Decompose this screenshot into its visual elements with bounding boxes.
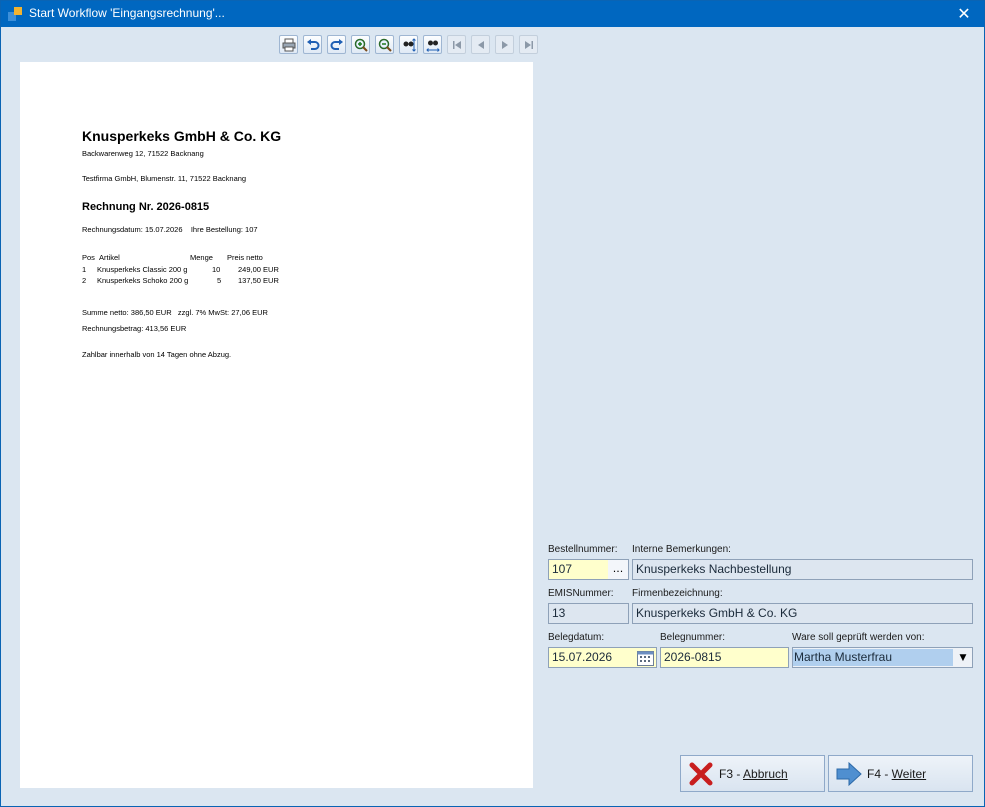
- fit-height-button[interactable]: [399, 35, 418, 54]
- print-icon: [282, 38, 296, 52]
- redo-icon: [330, 39, 343, 50]
- belegdatum-label: Belegdatum:: [548, 632, 605, 643]
- print-button[interactable]: [279, 35, 298, 54]
- bestellnummer-field[interactable]: 107: [548, 559, 609, 580]
- doc-heading: Rechnung Nr. 2026-0815: [82, 201, 210, 213]
- document-preview[interactable]: Knusperkeks GmbH & Co. KG Backwarenweg 1…: [20, 62, 533, 788]
- doc-th-pos: Pos: [82, 253, 95, 262]
- belegnummer-field[interactable]: 2026-0815: [660, 647, 789, 668]
- workflow-dialog: Start Workflow 'Eingangsrechnung'... ✕ K…: [0, 0, 985, 807]
- emis-label: EMISNummer:: [548, 588, 614, 599]
- fit-height-icon: [403, 38, 416, 52]
- bestellnummer-lookup-button[interactable]: ...: [608, 559, 629, 580]
- redo-button[interactable]: [327, 35, 346, 54]
- doc-meta: Rechnungsdatum: 15.07.2026 Ihre Bestellu…: [82, 225, 258, 234]
- fit-width-button[interactable]: [423, 35, 442, 54]
- doc-row-pos: 1: [82, 265, 87, 274]
- bemerkungen-label: Interne Bemerkungen:: [632, 544, 731, 555]
- doc-address: Backwarenweg 12, 71522 Backnang: [82, 149, 204, 158]
- undo-icon: [307, 39, 320, 50]
- previous-page-button[interactable]: [471, 35, 490, 54]
- bemerkungen-field[interactable]: Knusperkeks Nachbestellung: [632, 559, 973, 580]
- doc-terms: Zahlbar innerhalb von 14 Tagen ohne Abzu…: [82, 350, 232, 359]
- last-page-icon: [525, 41, 533, 49]
- zoom-out-icon: [378, 38, 392, 52]
- next-page-button[interactable]: [495, 35, 514, 54]
- doc-row-price: 249,00 EUR: [238, 265, 279, 274]
- doc-total: Rechnungsbetrag: 413,56 EUR: [82, 324, 187, 333]
- doc-recipient: Testfirma GmbH, Blumenstr. 11, 71522 Bac…: [82, 174, 247, 183]
- emis-field[interactable]: 13: [548, 603, 629, 624]
- pruefer-label: Ware soll geprüft werden von:: [792, 632, 925, 643]
- first-page-icon: [453, 41, 461, 49]
- close-icon: ✕: [957, 4, 971, 23]
- zoom-out-button[interactable]: [375, 35, 394, 54]
- first-page-button[interactable]: [447, 35, 466, 54]
- fit-width-icon: [426, 40, 440, 52]
- cancel-label: F3 - Abbruch: [719, 767, 788, 781]
- pruefer-value: Martha Musterfrau: [794, 650, 893, 664]
- cancel-button[interactable]: F3 - Abbruch: [680, 755, 825, 792]
- app-icon: [8, 7, 22, 21]
- doc-th-article: Artikel: [99, 253, 120, 262]
- doc-th-price: Preis netto: [227, 253, 263, 262]
- doc-row-pos: 2: [82, 276, 87, 285]
- zoom-in-icon: [354, 38, 368, 52]
- next-button[interactable]: F4 - Weiter: [828, 755, 973, 792]
- last-page-button[interactable]: [519, 35, 538, 54]
- window-title: Start Workflow 'Eingangsrechnung'...: [29, 6, 225, 20]
- next-label: F4 - Weiter: [867, 767, 927, 781]
- firma-field[interactable]: Knusperkeks GmbH & Co. KG: [632, 603, 973, 624]
- doc-th-qty: Menge: [190, 253, 213, 262]
- dropdown-arrow-icon[interactable]: ▼: [956, 652, 970, 664]
- previous-page-icon: [478, 41, 484, 49]
- next-page-icon: [502, 41, 508, 49]
- doc-row-article: Knusperkeks Classic 200 g: [97, 265, 188, 274]
- doc-company: Knusperkeks GmbH & Co. KG: [82, 128, 282, 144]
- arrow-right-icon: [836, 761, 862, 787]
- doc-row-qty: 5: [217, 276, 222, 285]
- cancel-x-icon: [689, 762, 713, 786]
- doc-row-qty: 10: [212, 265, 221, 274]
- firma-label: Firmenbezeichnung:: [632, 588, 723, 599]
- title-bar: Start Workflow 'Eingangsrechnung'... ✕: [1, 1, 984, 27]
- doc-sum: Summe netto: 386,50 EUR zzgl. 7% MwSt: 2…: [82, 308, 268, 317]
- doc-row-price: 137,50 EUR: [238, 276, 279, 285]
- calendar-icon[interactable]: [637, 651, 654, 666]
- close-button[interactable]: ✕: [948, 2, 980, 26]
- undo-button[interactable]: [303, 35, 322, 54]
- belegnummer-label: Belegnummer:: [660, 632, 726, 643]
- zoom-in-button[interactable]: [351, 35, 370, 54]
- doc-row-article: Knusperkeks Schoko 200 g: [97, 276, 189, 285]
- bestellnummer-label: Bestellnummer:: [548, 544, 618, 555]
